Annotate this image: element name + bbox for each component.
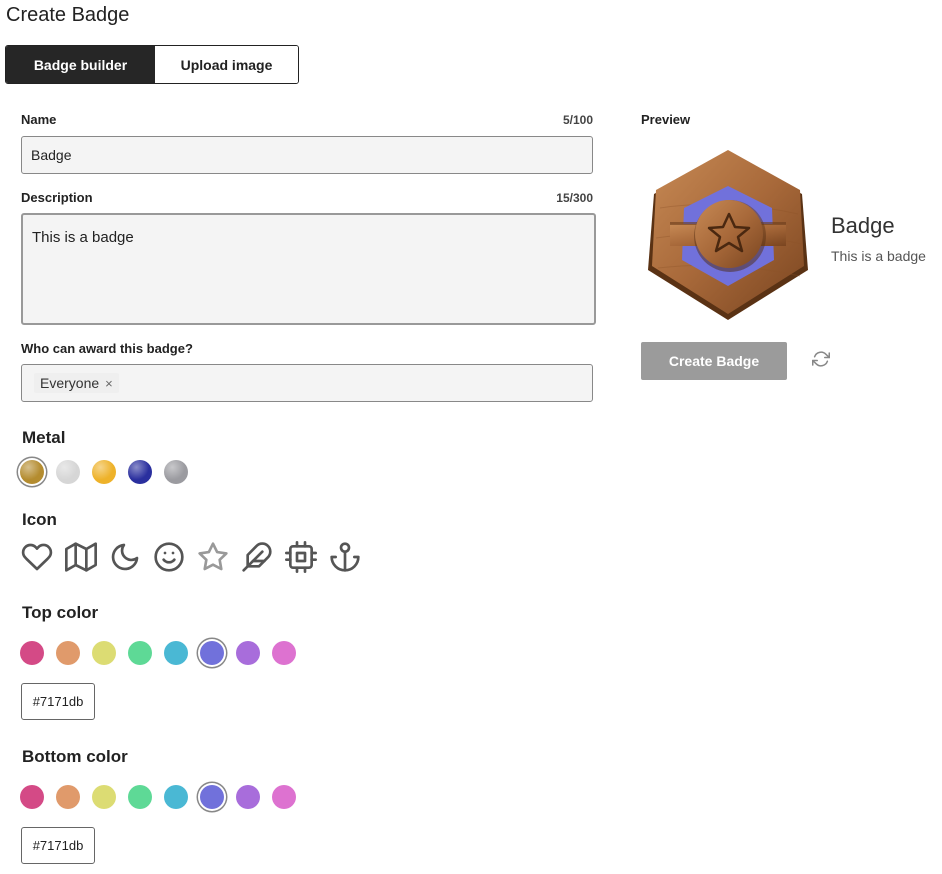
anchor-icon[interactable] xyxy=(328,540,362,574)
top-color-swatches xyxy=(20,641,308,665)
bottom-color-swatches xyxy=(20,785,308,809)
top-color-swatch-4[interactable] xyxy=(128,641,152,665)
bottom-color-swatch-7[interactable] xyxy=(236,785,260,809)
metal-swatch-bronze[interactable] xyxy=(20,460,44,484)
bottom-color-swatch-6[interactable] xyxy=(200,785,224,809)
name-counter: 5/100 xyxy=(562,113,593,127)
bottom-color-hex-input[interactable]: #7171db xyxy=(21,827,95,864)
map-icon[interactable] xyxy=(64,540,98,574)
top-color-swatch-8[interactable] xyxy=(272,641,296,665)
tab-upload-image[interactable]: Upload image xyxy=(155,46,298,83)
create-badge-button[interactable]: Create Badge xyxy=(641,342,787,380)
feather-icon[interactable] xyxy=(240,540,274,574)
star-icon[interactable] xyxy=(196,540,230,574)
top-color-swatch-7[interactable] xyxy=(236,641,260,665)
metal-title: Metal xyxy=(22,428,66,447)
icon-picker xyxy=(20,540,372,574)
top-color-swatch-5[interactable] xyxy=(164,641,188,665)
top-color-title: Top color xyxy=(22,603,99,622)
preview-badge-name: Badge xyxy=(831,213,895,238)
chip-remove-icon[interactable]: × xyxy=(105,376,113,391)
preview-badge-description: This is a badge xyxy=(831,248,926,264)
metal-swatch-silver[interactable] xyxy=(56,460,80,484)
metal-swatches xyxy=(20,460,200,484)
chip-icon[interactable] xyxy=(284,540,318,574)
bottom-color-swatch-8[interactable] xyxy=(272,785,296,809)
bottom-color-swatch-5[interactable] xyxy=(164,785,188,809)
moon-icon[interactable] xyxy=(108,540,142,574)
preview-label: Preview xyxy=(641,112,691,127)
name-input[interactable] xyxy=(21,136,593,174)
bottom-color-title: Bottom color xyxy=(22,747,128,766)
bottom-color-swatch-1[interactable] xyxy=(20,785,44,809)
award-label: Who can award this badge? xyxy=(21,341,193,356)
name-label: Name xyxy=(21,112,57,127)
icon-title: Icon xyxy=(22,510,57,529)
top-color-swatch-2[interactable] xyxy=(56,641,80,665)
top-color-hex-input[interactable]: #7171db xyxy=(21,683,95,720)
tab-badge-builder[interactable]: Badge builder xyxy=(6,46,155,83)
award-chip: Everyone × xyxy=(34,373,119,393)
smile-icon[interactable] xyxy=(152,540,186,574)
top-color-swatch-6[interactable] xyxy=(200,641,224,665)
bottom-color-swatch-4[interactable] xyxy=(128,785,152,809)
top-color-swatch-1[interactable] xyxy=(20,641,44,665)
award-chip-label: Everyone xyxy=(40,375,100,391)
page-title: Create Badge xyxy=(6,4,130,26)
refresh-icon[interactable] xyxy=(812,350,832,370)
description-input[interactable]: This is a badge xyxy=(21,213,596,325)
description-label: Description xyxy=(21,190,93,205)
heart-icon[interactable] xyxy=(20,540,54,574)
metal-swatch-blue[interactable] xyxy=(128,460,152,484)
description-counter: 15/300 xyxy=(556,191,593,205)
tab-bar: Badge builder Upload image xyxy=(5,45,299,84)
badge-preview-image xyxy=(640,148,816,324)
metal-swatch-gold[interactable] xyxy=(92,460,116,484)
top-color-swatch-3[interactable] xyxy=(92,641,116,665)
award-select[interactable]: Everyone × xyxy=(21,364,593,402)
bottom-color-swatch-3[interactable] xyxy=(92,785,116,809)
bottom-color-swatch-2[interactable] xyxy=(56,785,80,809)
metal-swatch-gray[interactable] xyxy=(164,460,188,484)
